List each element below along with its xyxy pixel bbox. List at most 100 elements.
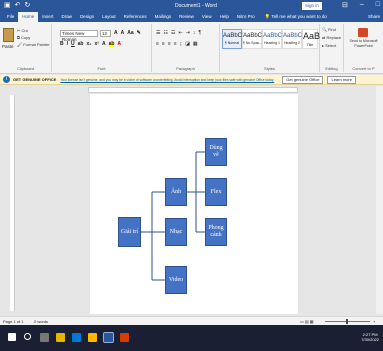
tab-mailings[interactable]: Mailings: [151, 12, 176, 22]
tab-home[interactable]: Home: [18, 12, 39, 22]
warning-message[interactable]: Your license isn't genuine, and you may …: [60, 78, 274, 82]
increase-indent-icon[interactable]: ⇥: [186, 30, 190, 36]
shading-icon[interactable]: ◪: [185, 41, 190, 47]
paragraph-label: Paragraph: [176, 66, 195, 71]
get-genuine-office-button[interactable]: Get genuine Office: [282, 75, 324, 84]
paste-icon[interactable]: [3, 28, 14, 42]
superscript-icon[interactable]: x²: [95, 41, 99, 47]
tab-draw[interactable]: Draw: [58, 12, 77, 22]
change-case-icon[interactable]: Aa: [127, 30, 133, 36]
numbering-icon[interactable]: ☷: [163, 30, 167, 36]
bold-icon[interactable]: B: [60, 41, 64, 47]
align-buttons: ≡ ≡ ≡ ≡ ↨ ◪ ▦: [156, 41, 198, 47]
style-no-spacing[interactable]: AaBbCcI ¶ No Spac...: [242, 29, 267, 49]
learn-more-button[interactable]: Learn more: [327, 75, 356, 84]
tab-layout[interactable]: Layout: [98, 12, 120, 22]
diagram-node-level1[interactable]: Video: [165, 266, 187, 294]
style-title[interactable]: AaB Title: [302, 29, 320, 49]
sort-icon[interactable]: ↕: [193, 30, 196, 36]
paste-button[interactable]: Paste: [2, 44, 14, 49]
word-app-icon[interactable]: [103, 332, 114, 343]
tab-file[interactable]: File: [3, 12, 18, 22]
style-preview: AaBbCcE: [283, 33, 310, 39]
show-marks-icon[interactable]: ¶: [198, 30, 201, 36]
search-icon[interactable]: [24, 333, 31, 340]
select-button[interactable]: ▸ Select: [322, 43, 336, 48]
font-group: Times New Roman 12 A A Aa ✎ B I U ab x₂ …: [52, 24, 152, 72]
style-preview: AaBbCcI: [223, 33, 247, 39]
line-spacing-icon[interactable]: ↨: [180, 41, 183, 47]
align-left-icon[interactable]: ≡: [156, 41, 159, 47]
multilevel-icon[interactable]: ☲: [171, 30, 175, 36]
tab-insert[interactable]: Insert: [38, 12, 57, 22]
app-icon[interactable]: [120, 333, 129, 342]
bullets-icon[interactable]: ☰: [156, 30, 160, 36]
redo-icon[interactable]: ↻: [25, 2, 31, 10]
format-painter-button[interactable]: 🖌 Format Painter: [17, 42, 50, 47]
font-name-select[interactable]: Times New Roman: [60, 30, 98, 42]
strikethrough-icon[interactable]: ab: [78, 41, 84, 47]
grow-font-icon[interactable]: A: [114, 30, 118, 36]
font-size-buttons: A A Aa ✎: [114, 30, 141, 36]
diagram-node-level2[interactable]: Dùng vẽ: [205, 138, 227, 166]
diagram-node-level2[interactable]: Flex: [205, 178, 227, 206]
tell-me-search[interactable]: 💡 Tell me what you want to do: [265, 14, 327, 20]
subscript-icon[interactable]: x₂: [86, 41, 91, 47]
align-right-icon[interactable]: ≡: [168, 41, 171, 47]
style-normal[interactable]: AaBbCcI ¶ Normal: [222, 29, 247, 49]
justify-icon[interactable]: ≡: [174, 41, 177, 47]
ribbon-tabs: File Home Insert Draw Design Layout Refe…: [0, 12, 383, 22]
task-view-icon[interactable]: [40, 333, 49, 342]
style-preview: AaBbCcI: [243, 33, 267, 39]
minimize-icon[interactable]: –: [360, 1, 364, 9]
diagram-node-level1[interactable]: Ảnh: [165, 178, 187, 206]
borders-icon[interactable]: ▦: [193, 41, 198, 47]
style-heading-1[interactable]: AaBbC Heading 1: [262, 29, 282, 49]
maximize-icon[interactable]: □: [376, 1, 380, 9]
underline-icon[interactable]: U: [71, 41, 75, 47]
shrink-font-icon[interactable]: A: [121, 30, 125, 36]
sign-in-button[interactable]: Sign in: [302, 2, 322, 10]
clipboard-label: Clipboard: [16, 66, 35, 71]
powerpoint-icon[interactable]: [358, 28, 368, 37]
tab-references[interactable]: References: [120, 12, 151, 22]
copy-label: Copy: [20, 35, 31, 40]
copy-button[interactable]: ⧉ Copy: [17, 35, 30, 40]
clear-format-icon[interactable]: ✎: [137, 30, 141, 36]
window-controls: ⊟ – □: [342, 1, 380, 9]
horizontal-ruler[interactable]: [88, 87, 298, 93]
font-color-icon[interactable]: A: [117, 41, 121, 47]
font-size-select[interactable]: 12: [100, 30, 111, 37]
decrease-indent-icon[interactable]: ⇤: [178, 30, 182, 36]
tab-design[interactable]: Design: [76, 12, 98, 22]
find-button[interactable]: 🔍 Find: [322, 27, 336, 32]
ribbon-display-icon[interactable]: ⊟: [342, 1, 348, 9]
zoom-slider-thumb[interactable]: [346, 319, 348, 324]
diagram-node-root[interactable]: Giải trí: [118, 217, 141, 247]
document-page[interactable]: [90, 94, 298, 314]
file-explorer-icon[interactable]: [56, 333, 65, 342]
tab-review[interactable]: Review: [175, 12, 198, 22]
folder-icon[interactable]: [88, 333, 97, 342]
tab-help[interactable]: Help: [216, 12, 233, 22]
replace-button[interactable]: ⇄ Replace: [322, 35, 341, 40]
windows-start-icon[interactable]: [8, 333, 16, 341]
diagram-node-level1[interactable]: Nhạc: [165, 218, 187, 246]
align-center-icon[interactable]: ≡: [162, 41, 165, 47]
italic-icon[interactable]: I: [67, 41, 68, 47]
styles-label: Styles: [264, 66, 275, 71]
edge-icon[interactable]: [72, 333, 81, 342]
diagram-node-level2[interactable]: Phong cảnh: [205, 218, 227, 246]
style-heading-2[interactable]: AaBbCcE Heading 2: [282, 29, 310, 49]
save-icon[interactable]: ▣: [4, 2, 11, 10]
tab-view[interactable]: View: [198, 12, 216, 22]
undo-icon[interactable]: ↶: [15, 2, 21, 10]
system-tray[interactable]: 2:27 PM 7/30/2022: [361, 332, 379, 342]
cut-button[interactable]: ✂ Cut: [17, 28, 28, 33]
tab-nitro-pro[interactable]: Nitro Pro: [233, 12, 259, 22]
highlight-icon[interactable]: ab: [108, 41, 115, 47]
share-button[interactable]: Share: [368, 12, 380, 22]
send-to-powerpoint-button[interactable]: Send to Microsoft PowerPoint: [345, 39, 382, 48]
text-effects-icon[interactable]: A: [102, 41, 106, 47]
vertical-scrollbar[interactable]: [376, 86, 383, 314]
